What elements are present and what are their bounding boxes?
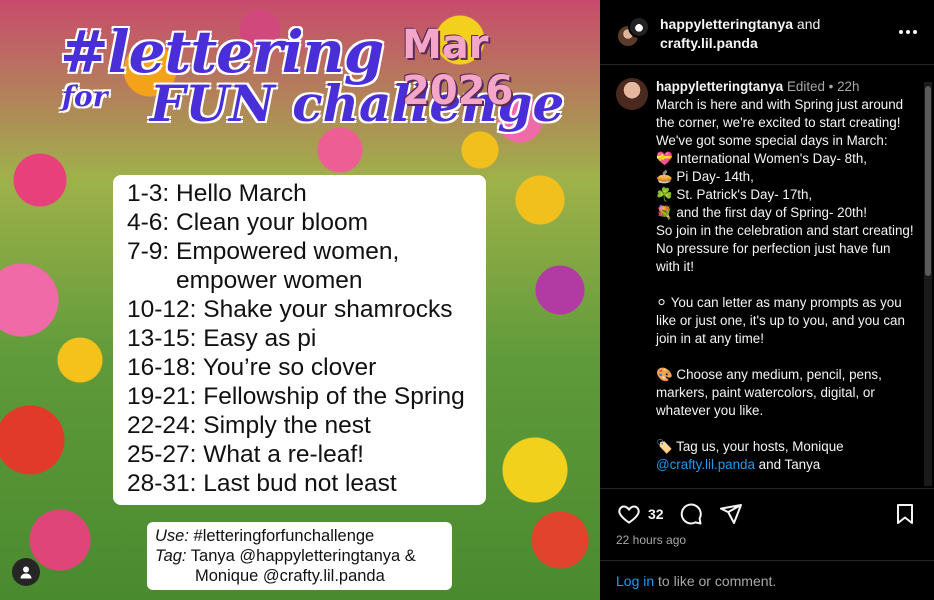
caption-paragraph: ⚪ You can letter as many prompts as you …	[656, 295, 909, 346]
more-options-button[interactable]	[896, 22, 920, 42]
action-row: 32	[616, 501, 744, 527]
tag-row: Tag: Tanya @happyletteringtanya &	[155, 546, 452, 566]
caption-paragraph	[656, 348, 914, 366]
caption-paragraph: 🎨 Choose any medium, pencil, pens, marke…	[656, 367, 886, 418]
tagged-users-button[interactable]	[12, 558, 40, 586]
prompt-item: empower women	[176, 267, 363, 294]
login-link[interactable]: Log in	[616, 573, 654, 589]
prompt-item: 25-27: What a re-leaf!	[127, 441, 364, 468]
meta-separator: •	[824, 79, 838, 94]
caption-paragraph: ☘️ St. Patrick's Day- 17th,	[656, 187, 813, 202]
scrollbar-thumb[interactable]	[925, 86, 931, 276]
prompt-item: 19-21: Fellowship of the Spring	[127, 383, 465, 410]
prompt-item: 28-31: Last bud not least	[127, 470, 397, 497]
prompt-item: 4-6: Clean your bloom	[127, 209, 369, 236]
prompt-list-card: 1-3: Hello March 4-6: Clean your bloom 7…	[113, 175, 486, 505]
prompt-item: 13-15: Easy as pi	[127, 325, 317, 352]
login-prompt: Log in to like or comment.	[600, 560, 934, 600]
tag-value: Tanya @happyletteringtanya &	[186, 547, 416, 565]
challenge-title-for: for	[62, 80, 108, 113]
usage-tag-card: Use: #letteringforfunchallenge Tag: Tany…	[147, 522, 452, 590]
caption-time: 22h	[837, 79, 860, 94]
caption-paragraph	[656, 420, 914, 438]
heart-icon	[618, 505, 640, 524]
header-username-link[interactable]: happyletteringtanya	[660, 16, 793, 32]
header-and: and	[793, 16, 821, 32]
caption-scrollbar[interactable]	[924, 82, 932, 486]
comment-button[interactable]	[678, 501, 704, 527]
caption-paragraph	[656, 276, 914, 294]
caption-paragraph: 💝 International Women's Day- 8th,	[656, 151, 868, 166]
comment-icon	[680, 503, 702, 525]
share-button[interactable]	[718, 501, 744, 527]
bookmark-icon	[897, 504, 913, 524]
save-button[interactable]	[892, 501, 918, 527]
person-icon	[20, 566, 32, 579]
use-hashtag: #letteringforfunchallenge	[188, 527, 375, 545]
caption-paragraph: March is here and with Spring just aroun…	[656, 97, 907, 148]
tag-line-suffix: and Tanya	[754, 457, 821, 472]
like-count[interactable]: 32	[648, 506, 664, 522]
avatar[interactable]	[628, 16, 650, 38]
post-header: happyletteringtanya and crafty.lil.panda	[600, 0, 934, 65]
send-icon	[719, 504, 742, 524]
prompt-item: 10-12: Shake your shamrocks	[127, 296, 453, 323]
challenge-date: Mar 2026	[402, 22, 514, 114]
tag-line-prefix: 🏷️ Tag us, your hosts, Monique	[656, 439, 848, 454]
caption-scroll-area[interactable]: happyletteringtanya Edited • 22h March i…	[600, 66, 934, 488]
caption-paragraph: So join in the celebration and start cre…	[656, 223, 918, 274]
mention-link[interactable]: @crafty.lil.panda	[656, 457, 755, 472]
post-image[interactable]: #lettering for FUN challenge Mar 2026 1-…	[0, 0, 600, 600]
caption-body: happyletteringtanya Edited • 22h March i…	[656, 78, 914, 474]
collab-usernames: happyletteringtanya and crafty.lil.panda	[660, 15, 820, 53]
like-button[interactable]	[616, 501, 642, 527]
prompt-item: 1-3: Hello March	[127, 180, 307, 207]
collab-avatars[interactable]	[616, 16, 650, 50]
caption-paragraph: 💐 and the first day of Spring- 20th!	[656, 205, 867, 220]
use-row: Use: #letteringforfunchallenge	[155, 526, 452, 546]
more-dots-icon	[899, 30, 903, 34]
header-username-link[interactable]: crafty.lil.panda	[660, 35, 758, 51]
login-prompt-text: to like or comment.	[654, 573, 777, 589]
tag-label: Tag:	[155, 547, 187, 565]
post-actions: 32 22 hours ago	[600, 488, 934, 548]
caption-paragraph: 🥧 Pi Day- 14th,	[656, 169, 754, 184]
caption-paragraph: 🏷️ Tag us, your hosts, Monique @crafty.l…	[656, 438, 914, 474]
edited-label: Edited	[783, 79, 825, 94]
use-label: Use:	[155, 527, 189, 545]
post-side-panel: happyletteringtanya and crafty.lil.panda…	[600, 0, 934, 600]
tag-row-2: Monique @crafty.lil.panda	[195, 567, 385, 585]
prompt-item: 22-24: Simply the nest	[127, 412, 371, 439]
avatar[interactable]	[616, 78, 648, 110]
caption-username-link[interactable]: happyletteringtanya	[656, 79, 783, 94]
prompt-item: 16-18: You’re so clover	[127, 354, 377, 381]
post-timestamp[interactable]: 22 hours ago	[616, 533, 686, 547]
prompt-item: 7-9: Empowered women,	[127, 238, 400, 265]
